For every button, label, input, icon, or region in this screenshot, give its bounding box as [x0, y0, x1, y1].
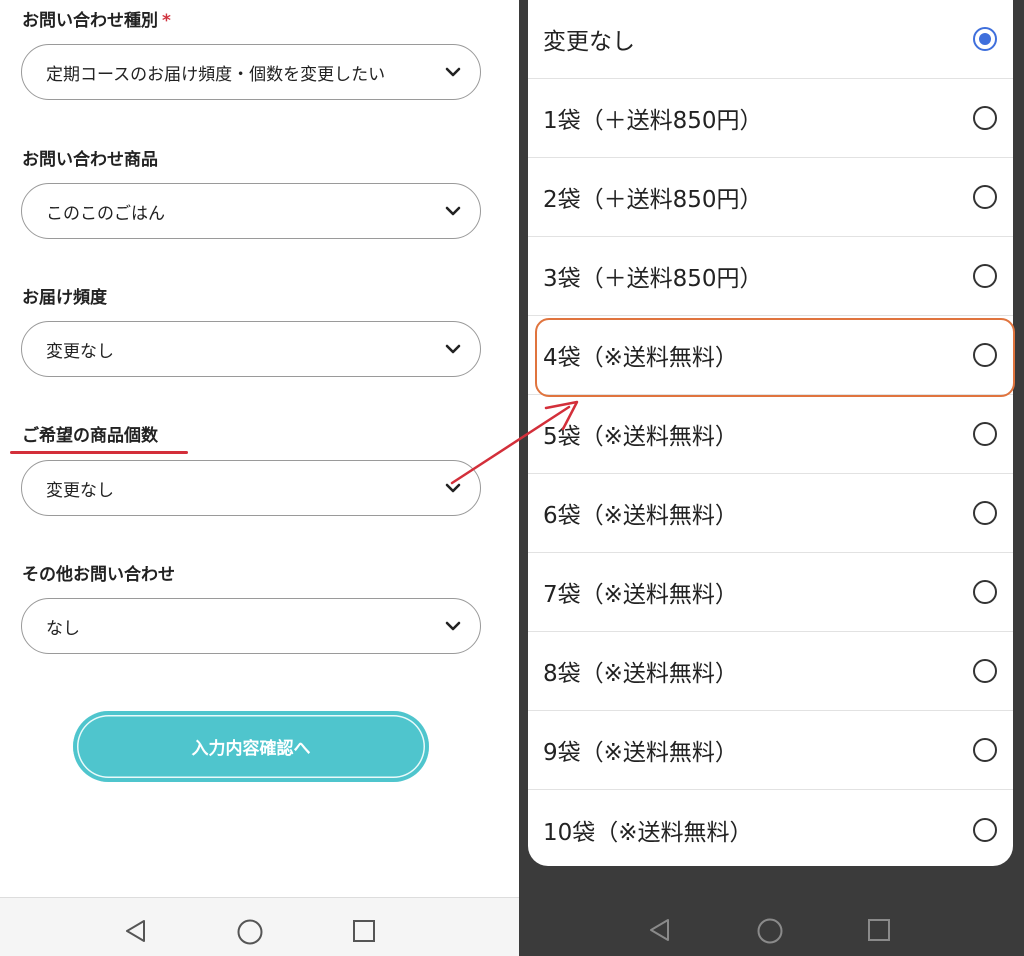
option-label: 9袋（※送料無料） [543, 740, 738, 766]
chevron-down-icon [445, 621, 461, 631]
quantity-options-dialog: 変更なし 1袋（＋送料850円） 2袋（＋送料850円） 3袋（＋送料850円）… [528, 0, 1013, 866]
option-row[interactable]: 5袋（※送料無料） [528, 395, 1013, 474]
radio-unselected-icon[interactable] [973, 659, 997, 683]
other-inquiry-label: その他お問い合わせ [22, 565, 175, 585]
quantity-select[interactable]: 変更なし [21, 460, 481, 516]
radio-unselected-icon[interactable] [973, 580, 997, 604]
chevron-down-icon [445, 67, 461, 77]
annotation-underline [10, 451, 188, 454]
radio-unselected-icon[interactable] [973, 422, 997, 446]
option-dialog-screen: 変更なし 1袋（＋送料850円） 2袋（＋送料850円） 3袋（＋送料850円）… [519, 0, 1024, 956]
option-label: 5袋（※送料無料） [543, 424, 738, 450]
quantity-value: 変更なし [46, 480, 114, 501]
home-circle-icon[interactable] [236, 918, 264, 946]
highlight-annotation-box [535, 318, 1015, 397]
option-label: 3袋（＋送料850円） [543, 266, 763, 292]
option-row[interactable]: 1袋（＋送料850円） [528, 79, 1013, 158]
option-row[interactable]: 3袋（＋送料850円） [528, 237, 1013, 316]
radio-unselected-icon[interactable] [973, 817, 997, 842]
option-row[interactable]: 変更なし [528, 0, 1013, 79]
option-label: 6袋（※送料無料） [543, 503, 738, 529]
option-label: 7袋（※送料無料） [543, 582, 738, 608]
option-label: 10袋（※送料無料） [543, 819, 753, 846]
option-label: 1袋（＋送料850円） [543, 108, 763, 134]
option-label: 変更なし [543, 29, 635, 55]
radio-unselected-icon[interactable] [973, 264, 997, 288]
inquiry-type-label-text: お問い合わせ種別 [22, 11, 158, 31]
product-select[interactable]: このこのごはん [21, 183, 481, 239]
other-inquiry-select[interactable]: なし [21, 598, 481, 654]
back-triangle-icon[interactable] [647, 917, 673, 943]
home-circle-icon[interactable] [756, 917, 784, 945]
recents-square-icon[interactable] [867, 918, 891, 942]
product-value: このこのごはん [46, 203, 165, 224]
contact-form-screen: お問い合わせ種別 * 定期コースのお届け頻度・個数を変更したい お問い合わせ商品 … [0, 0, 519, 956]
option-row[interactable]: 7袋（※送料無料） [528, 553, 1013, 632]
inquiry-type-value: 定期コースのお届け頻度・個数を変更したい [46, 64, 386, 85]
frequency-value: 変更なし [46, 341, 114, 362]
chevron-down-icon [445, 206, 461, 216]
radio-unselected-icon[interactable] [973, 501, 997, 525]
option-row[interactable]: 6袋（※送料無料） [528, 474, 1013, 553]
radio-unselected-icon[interactable] [973, 738, 997, 762]
android-nav-bar-right [519, 897, 1024, 956]
chevron-down-icon [445, 344, 461, 354]
product-label: お問い合わせ商品 [22, 150, 158, 170]
frequency-label: お届け頻度 [22, 288, 107, 308]
option-row[interactable]: 8袋（※送料無料） [528, 632, 1013, 711]
chevron-down-icon [445, 483, 461, 493]
frequency-select[interactable]: 変更なし [21, 321, 481, 377]
radio-selected-icon[interactable] [973, 27, 997, 51]
option-label: 8袋（※送料無料） [543, 661, 738, 687]
inquiry-type-label: お問い合わせ種別 * [22, 6, 171, 31]
inquiry-type-select[interactable]: 定期コースのお届け頻度・個数を変更したい [21, 44, 481, 100]
option-row[interactable]: 10袋（※送料無料） [528, 790, 1013, 866]
radio-unselected-icon[interactable] [973, 106, 997, 130]
quantity-label: ご希望の商品個数 [22, 426, 158, 446]
option-row[interactable]: 9袋（※送料無料） [528, 711, 1013, 790]
radio-unselected-icon[interactable] [973, 185, 997, 209]
required-mark: * [162, 11, 171, 31]
android-nav-bar-left [0, 897, 519, 956]
back-triangle-icon[interactable] [123, 918, 149, 944]
option-row[interactable]: 2袋（＋送料850円） [528, 158, 1013, 237]
recents-square-icon[interactable] [352, 919, 376, 943]
option-label: 2袋（＋送料850円） [543, 187, 763, 213]
other-inquiry-value: なし [46, 618, 80, 639]
confirm-input-button[interactable]: 入力内容確認へ [73, 711, 429, 782]
